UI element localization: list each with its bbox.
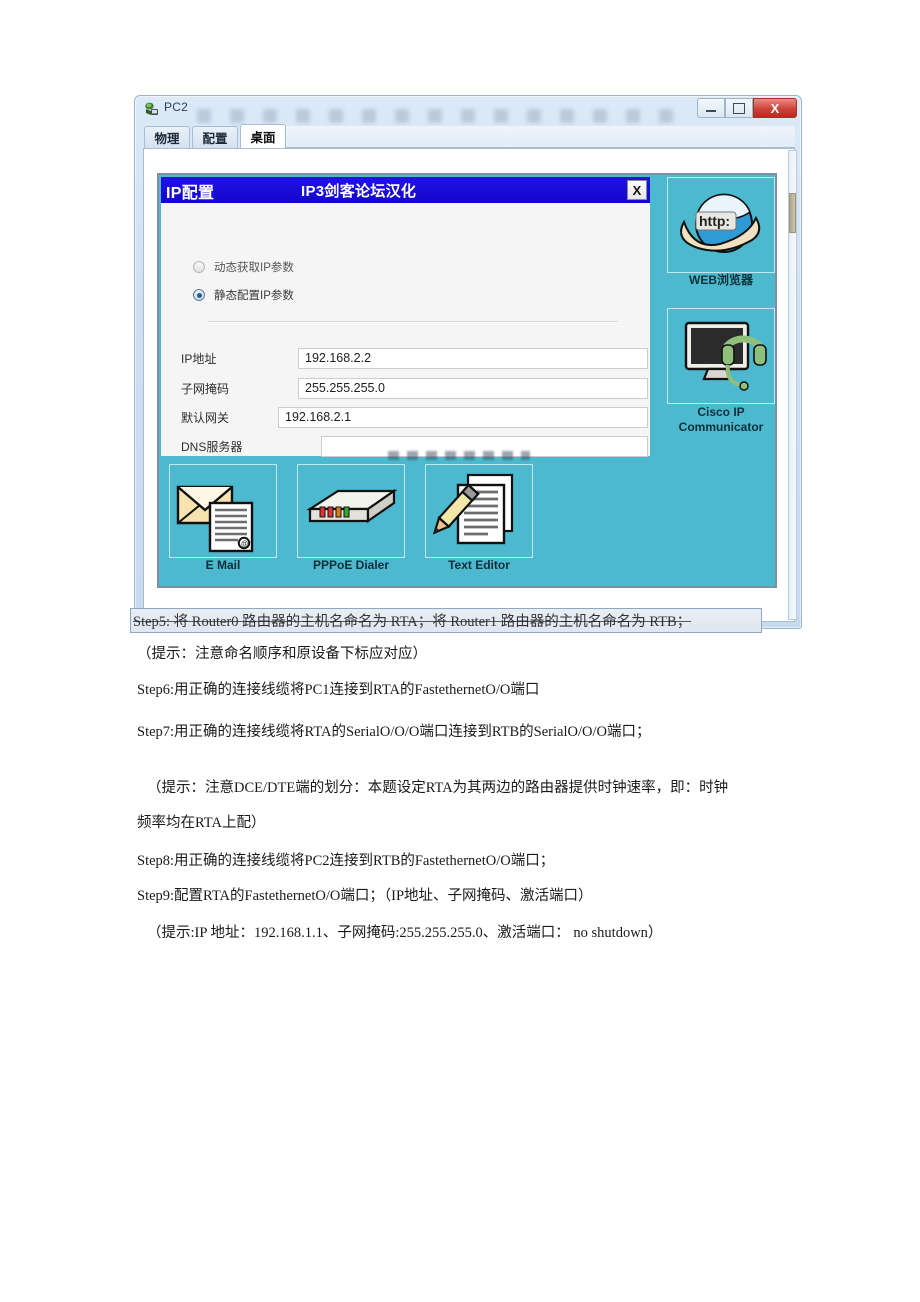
desktop-item-label: E Mail (205, 558, 241, 572)
doc-step7: Step7:用正确的连接线缆将RTA的SerialO/O/O端口连接到RTB的S… (137, 724, 651, 740)
svg-text:http:: http: (699, 213, 730, 229)
doc-step5: Step5: 将 Router0 路由器的主机名命名为 RTA；将 Router… (130, 608, 762, 633)
close-icon: X (632, 182, 642, 198)
obscured-text-remnant (385, 451, 530, 460)
radio-dhcp[interactable]: 动态获取IP参数 (193, 259, 294, 275)
form-divider (208, 321, 618, 322)
ip-address-input[interactable]: 192.168.2.2 (298, 348, 648, 369)
ip-configuration-dialog: IP配置 IP3剑客论坛汉化 X 动态获取IP参数 静态配置IP参数 IP地址 … (159, 175, 652, 457)
window-scrollbar[interactable] (788, 150, 797, 620)
dialog-titlebar: IP配置 IP3剑客论坛汉化 X (161, 177, 650, 203)
tab-config[interactable]: 配置 (192, 126, 238, 148)
desktop-item-label: PPPoE Dialer (312, 558, 390, 572)
dns-server-label: DNS服务器 (181, 440, 243, 454)
dialog-body: 动态获取IP参数 静态配置IP参数 IP地址 192.168.2.2 子网掩码 … (161, 203, 650, 457)
window-title: PC2 (164, 100, 188, 114)
doc-step6: Step6:用正确的连接线缆将PC1连接到RTA的FastethernetO/O… (137, 682, 540, 698)
minimize-icon (706, 110, 716, 112)
desktop-item-web-browser[interactable]: http: WEB浏览器 (667, 177, 775, 287)
scrollbar-thumb[interactable] (789, 193, 796, 233)
dialog-title: IP配置 (166, 185, 215, 202)
doc-hint7-line2: 频率均在RTA上配） (137, 815, 266, 831)
close-button[interactable]: X (753, 98, 797, 118)
minimize-button[interactable] (697, 98, 725, 118)
envelope-document-icon: @ (169, 464, 277, 558)
desktop-item-label: WEB浏览器 (689, 273, 753, 287)
maximize-button[interactable] (725, 98, 753, 118)
tab-physical[interactable]: 物理 (144, 126, 190, 148)
desktop-item-label-line2: Communicator (678, 420, 764, 434)
close-icon: X (770, 100, 780, 116)
window-tabs: 物理 配置 桌面 (143, 124, 795, 148)
pc-desktop-area: IP配置 IP3剑客论坛汉化 X 动态获取IP参数 静态配置IP参数 IP地址 … (157, 173, 777, 588)
dialog-subtitle: IP3剑客论坛汉化 (301, 183, 417, 200)
desktop-item-label-line1: Cisco IP (697, 405, 745, 419)
subnet-mask-label: 子网掩码 (181, 382, 230, 396)
tab-strip-filler (286, 126, 795, 148)
radio-button-icon (193, 261, 205, 273)
tab-label: 物理 (154, 132, 180, 146)
form-row-ip-address: IP地址 192.168.2.2 (181, 348, 648, 370)
pencil-document-icon (425, 464, 533, 558)
modem-icon (297, 464, 405, 558)
subnet-mask-input[interactable]: 255.255.255.0 (298, 378, 648, 399)
doc-step8: Step8:用正确的连接线缆将PC2连接到RTB的FastethernetO/O… (137, 853, 555, 869)
desktop-item-e-mail[interactable]: @ E Mail (169, 464, 277, 572)
desktop-item-pppoe-dialer[interactable]: PPPoE Dialer (297, 464, 405, 572)
window-titlebar[interactable]: PC2 X (135, 96, 801, 124)
doc-hint9: （提示:IP 地址：192.168.1.1、子网掩码:255.255.255.0… (147, 925, 663, 941)
radio-label: 动态获取IP参数 (214, 262, 294, 274)
radio-button-selected-icon (193, 289, 205, 301)
radio-label: 静态配置IP参数 (214, 290, 294, 302)
desktop-item-cisco-ip-communicator[interactable]: Cisco IP Communicator (667, 308, 775, 434)
default-gateway-label: 默认网关 (181, 411, 230, 425)
doc-hint5: （提示：注意命名顺序和原设备下标应对应） (137, 646, 427, 662)
monitor-headset-icon (667, 308, 775, 404)
packet-tracer-pc-icon (144, 101, 160, 117)
tab-label: 桌面 (250, 131, 276, 145)
default-gateway-input[interactable]: 192.168.2.1 (278, 407, 648, 428)
globe-http-icon: http: (667, 177, 775, 273)
svg-text:@: @ (241, 541, 248, 548)
ip-address-label: IP地址 (181, 352, 217, 366)
dialog-close-button[interactable]: X (627, 180, 647, 200)
maximize-icon (733, 102, 745, 114)
tab-desktop[interactable]: 桌面 (240, 124, 286, 148)
doc-hint7-line1: （提示：注意DCE/DTE端的划分：本题设定RTA为其两边的路由器提供时钟速率，… (147, 780, 729, 796)
blurred-toolbar-remnant (191, 109, 691, 123)
radio-static[interactable]: 静态配置IP参数 (193, 287, 294, 303)
form-row-subnet-mask: 子网掩码 255.255.255.0 (181, 378, 648, 400)
desktop-item-text-editor[interactable]: Text Editor (425, 464, 533, 572)
form-row-default-gateway: 默认网关 192.168.2.1 (181, 407, 648, 429)
tab-label: 配置 (202, 132, 228, 146)
desktop-item-label: Text Editor (448, 558, 510, 572)
doc-step9: Step9:配置RTA的FastethernetO/O端口；（IP地址、子网掩码… (137, 888, 593, 904)
